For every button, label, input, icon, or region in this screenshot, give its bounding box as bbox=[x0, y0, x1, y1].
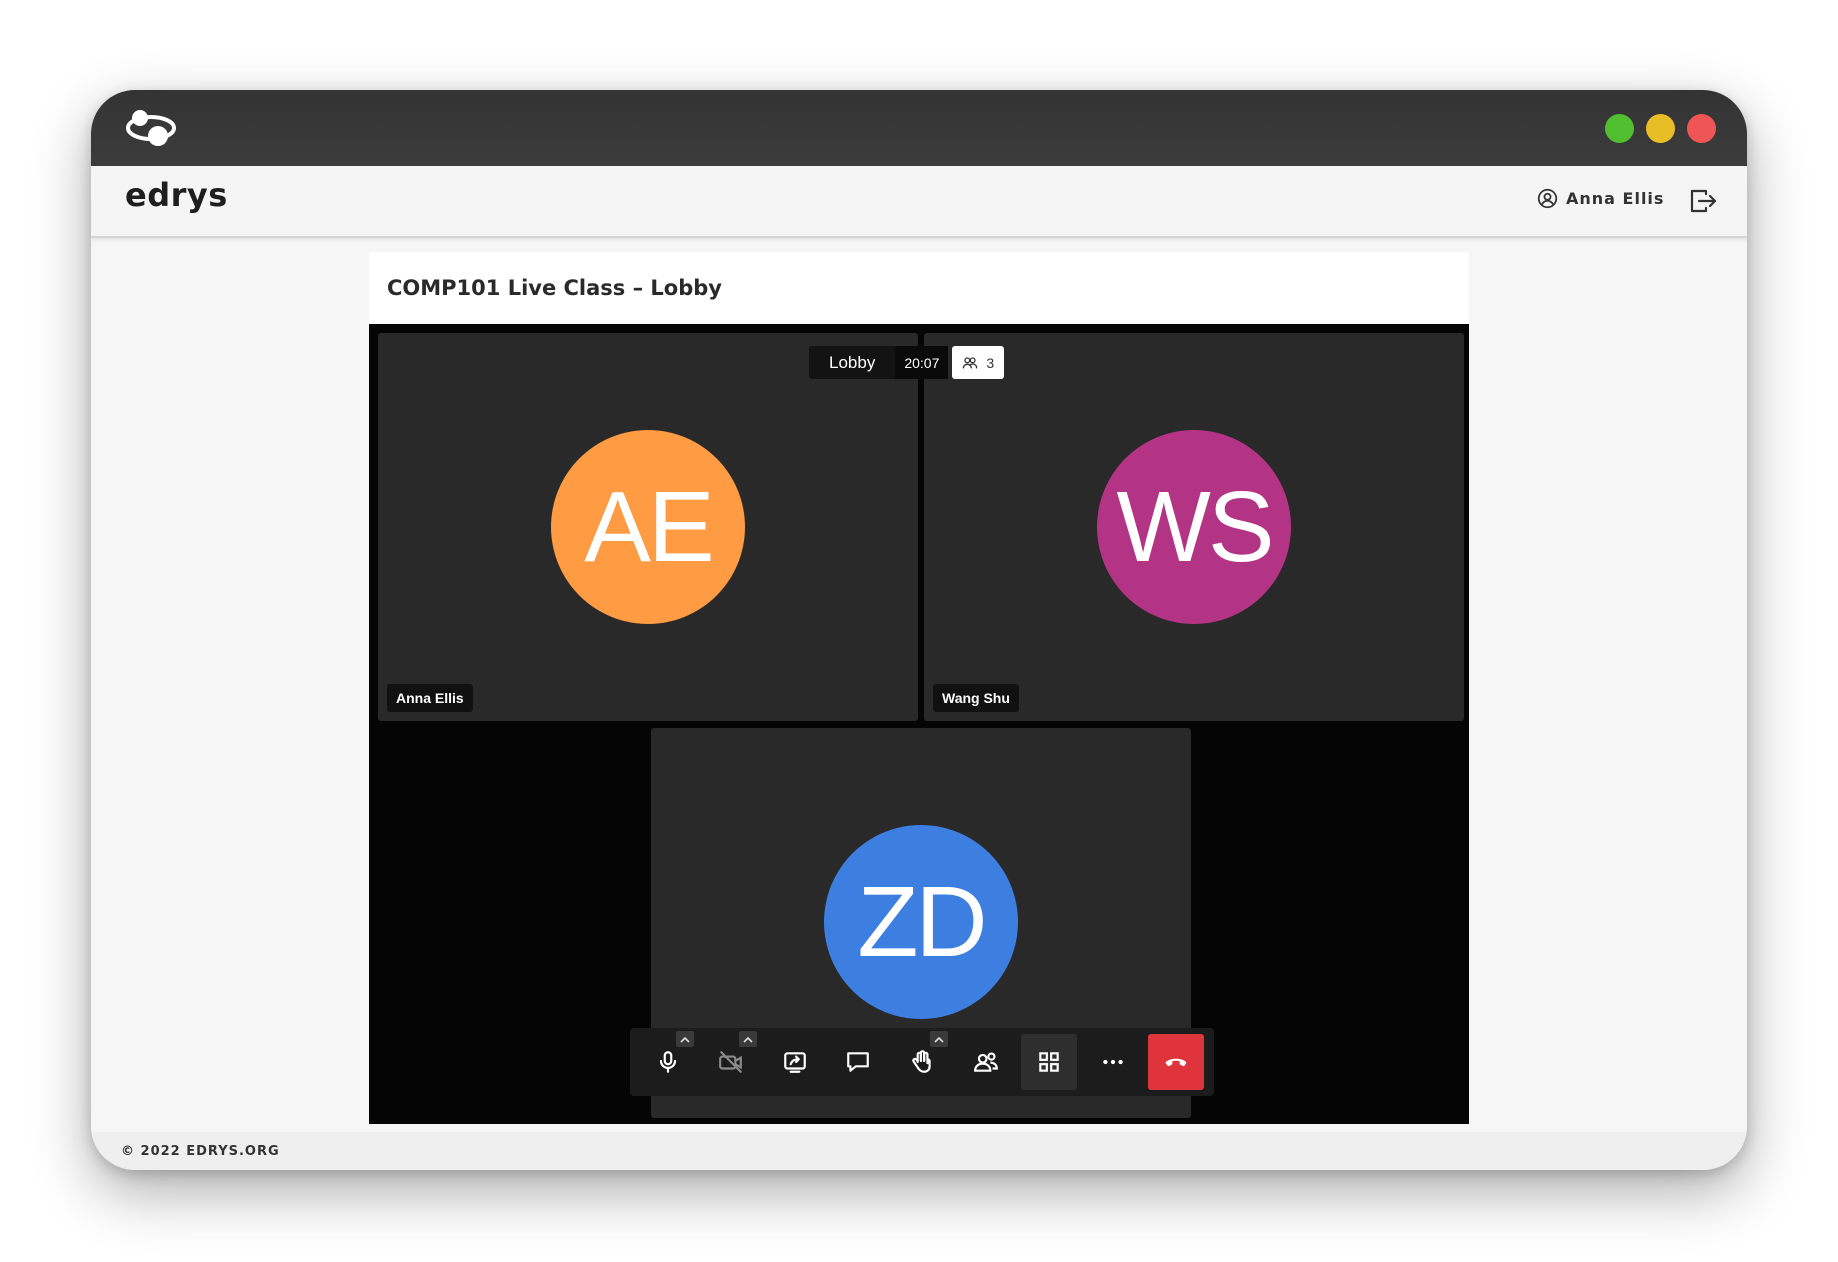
browser-window: edrys Anna Ellis COMP101 Live Class – Lo… bbox=[91, 90, 1747, 1170]
video-settings-toggle[interactable] bbox=[739, 1031, 757, 1047]
screen-share-icon bbox=[784, 1052, 806, 1073]
participant-tile[interactable]: WS Wang Shu bbox=[924, 333, 1464, 721]
audio-settings-toggle[interactable] bbox=[676, 1031, 694, 1047]
user-circle-icon bbox=[1537, 188, 1558, 209]
window-titlebar bbox=[91, 90, 1747, 166]
participant-tile[interactable]: AE Anna Ellis bbox=[378, 333, 918, 721]
participant-count: 3 bbox=[986, 354, 995, 371]
close-window-button[interactable] bbox=[1687, 114, 1716, 143]
hang-up-button[interactable] bbox=[1148, 1034, 1204, 1090]
participant-count-button[interactable]: 3 bbox=[952, 346, 1005, 379]
brand-name[interactable]: edrys bbox=[125, 176, 228, 214]
page-title: COMP101 Live Class – Lobby bbox=[387, 276, 722, 300]
participants-icon bbox=[974, 1052, 998, 1072]
participant-avatar: AE bbox=[551, 430, 745, 624]
video-conference: AE Anna Ellis WS Wang Shu ZD Lobby 20:07… bbox=[369, 324, 1469, 1124]
edrys-logo-icon bbox=[126, 110, 176, 146]
meeting-info-bar: Lobby 20:07 3 bbox=[809, 346, 1005, 379]
chevron-up-icon bbox=[680, 1036, 690, 1043]
chevron-up-icon bbox=[934, 1036, 944, 1043]
more-options-button[interactable] bbox=[1085, 1034, 1141, 1090]
room-name: Lobby bbox=[809, 346, 896, 379]
maximize-window-button[interactable] bbox=[1605, 114, 1634, 143]
microphone-icon bbox=[659, 1051, 677, 1073]
tile-view-button[interactable] bbox=[1021, 1034, 1077, 1090]
participant-avatar: WS bbox=[1097, 430, 1291, 624]
chevron-up-icon bbox=[743, 1036, 753, 1043]
more-dots-icon bbox=[1103, 1059, 1123, 1065]
participant-name-tag: Wang Shu bbox=[933, 684, 1019, 712]
user-menu[interactable]: Anna Ellis bbox=[1537, 188, 1664, 209]
chat-button[interactable] bbox=[830, 1034, 886, 1090]
logout-icon[interactable] bbox=[1689, 188, 1717, 214]
minimize-window-button[interactable] bbox=[1646, 114, 1675, 143]
app-header: edrys Anna Ellis bbox=[91, 166, 1747, 238]
reactions-toggle[interactable] bbox=[930, 1031, 948, 1047]
camera-off-icon bbox=[719, 1051, 742, 1073]
meeting-timer: 20:07 bbox=[895, 346, 949, 379]
copyright-text: © 2022 EDRYS.ORG bbox=[121, 1144, 280, 1159]
user-name: Anna Ellis bbox=[1566, 189, 1665, 208]
raise-hand-icon bbox=[912, 1050, 931, 1073]
chat-icon bbox=[847, 1052, 869, 1072]
page-footer: © 2022 EDRYS.ORG bbox=[91, 1132, 1747, 1170]
screen-share-button[interactable] bbox=[767, 1034, 823, 1090]
meeting-toolbar bbox=[630, 1028, 1214, 1096]
participant-avatar: ZD bbox=[824, 825, 1018, 1019]
class-header: COMP101 Live Class – Lobby bbox=[369, 252, 1469, 325]
participants-button[interactable] bbox=[958, 1034, 1014, 1090]
participant-name-tag: Anna Ellis bbox=[387, 684, 473, 712]
hang-up-icon bbox=[1165, 1058, 1187, 1067]
grid-icon bbox=[1039, 1052, 1059, 1072]
participants-icon bbox=[963, 356, 978, 368]
